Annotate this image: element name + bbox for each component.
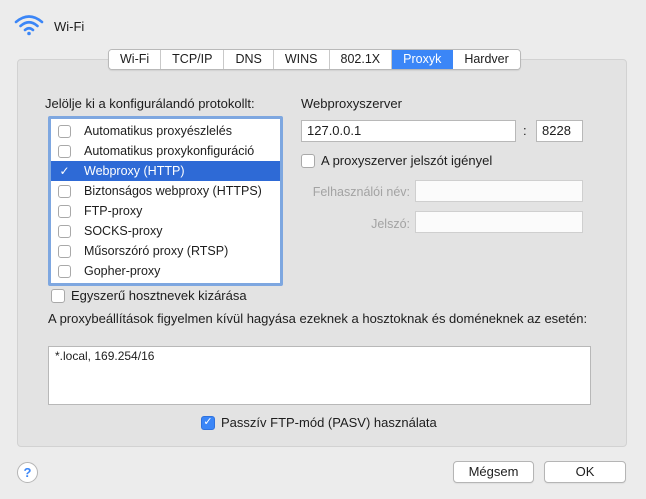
protocol-item-ftp-proxy[interactable]: FTP-proxy [51, 201, 280, 221]
passive-ftp-label: Passzív FTP-mód (PASV) használata [221, 415, 437, 430]
proxy-port-field[interactable]: 8228 [536, 120, 583, 142]
username-field[interactable] [415, 180, 583, 202]
protocol-label: FTP-proxy [84, 204, 143, 218]
tab-proxies[interactable]: Proxyk [392, 50, 454, 69]
protocol-checkbox[interactable] [58, 264, 71, 278]
protocol-item-rtsp-proxy[interactable]: Műsorszóró proxy (RTSP) [51, 241, 280, 261]
protocol-item-auto-discovery[interactable]: Automatikus proxyészlelés [51, 121, 280, 141]
protocol-list[interactable]: Automatikus proxyészlelés Automatikus pr… [48, 116, 283, 286]
bypass-list-label: A proxybeállítások figyelmen kívül hagyá… [48, 311, 588, 326]
protocol-item-socks-proxy[interactable]: SOCKS-proxy [51, 221, 280, 241]
window-title: Wi-Fi [54, 19, 85, 34]
protocol-checkbox[interactable] [58, 144, 71, 158]
protocol-checkbox[interactable] [58, 204, 71, 218]
checkbox-box[interactable] [51, 288, 65, 303]
proxy-server-label: Webproxyszerver [301, 96, 402, 111]
protocol-label: Műsorszóró proxy (RTSP) [84, 244, 229, 258]
protocol-label: Webproxy (HTTP) [84, 164, 185, 178]
exclude-simple-hostnames-label: Egyszerű hosztnevek kizárása [71, 288, 247, 303]
protocol-list-label: Jelölje ki a konfigurálandó protokollt: [45, 96, 255, 111]
protocol-label: Biztonságos webproxy (HTTPS) [84, 184, 262, 198]
username-label: Felhasználói név: [312, 185, 410, 199]
bypass-list-textarea[interactable]: *.local, 169.254/16 [48, 346, 591, 405]
tab-wins[interactable]: WINS [273, 50, 330, 69]
password-required-label: A proxyszerver jelszót igényel [321, 153, 493, 168]
protocol-label: Automatikus proxykonfiguráció [84, 144, 255, 158]
protocol-item-gopher-proxy[interactable]: Gopher-proxy [51, 261, 280, 281]
tab-8021x[interactable]: 802.1X [329, 50, 393, 69]
tab-hardware[interactable]: Hardver [453, 50, 520, 69]
cancel-button[interactable]: Mégsem [453, 461, 534, 483]
tab-tcpip[interactable]: TCP/IP [161, 50, 225, 69]
protocol-label: Automatikus proxyészlelés [84, 124, 232, 138]
tab-dns[interactable]: DNS [224, 50, 274, 69]
protocol-checkbox[interactable] [58, 124, 71, 138]
protocol-label: SOCKS-proxy [84, 224, 163, 238]
tab-bar: Wi-Fi TCP/IP DNS WINS 802.1X Proxyk Hard… [108, 49, 521, 70]
wifi-icon [14, 15, 44, 36]
protocol-checkbox[interactable] [58, 244, 71, 258]
passive-ftp-checkbox[interactable]: ✓ Passzív FTP-mód (PASV) használata [201, 415, 437, 430]
password-required-checkbox[interactable]: A proxyszerver jelszót igényel [301, 153, 492, 168]
port-separator: : [523, 123, 527, 138]
proxy-host-field[interactable]: 127.0.0.1 [301, 120, 516, 142]
protocol-item-auto-config[interactable]: Automatikus proxykonfiguráció [51, 141, 280, 161]
password-label: Jelszó: [371, 217, 410, 231]
exclude-simple-hostnames-checkbox[interactable]: Egyszerű hosztnevek kizárása [51, 288, 247, 303]
tab-wifi[interactable]: Wi-Fi [109, 50, 162, 69]
ok-button[interactable]: OK [544, 461, 626, 483]
protocol-label: Gopher-proxy [84, 264, 161, 278]
help-button[interactable]: ? [17, 462, 38, 483]
protocol-checkbox[interactable] [58, 184, 71, 198]
checkbox-box[interactable] [301, 153, 315, 168]
checkmark-icon[interactable]: ✓ [201, 415, 215, 430]
checkmark-icon[interactable]: ✓ [58, 165, 71, 178]
protocol-item-web-proxy[interactable]: ✓ Webproxy (HTTP) [51, 161, 280, 181]
protocol-checkbox[interactable] [58, 224, 71, 238]
password-field[interactable] [415, 211, 583, 233]
protocol-item-secure-web-proxy[interactable]: Biztonságos webproxy (HTTPS) [51, 181, 280, 201]
